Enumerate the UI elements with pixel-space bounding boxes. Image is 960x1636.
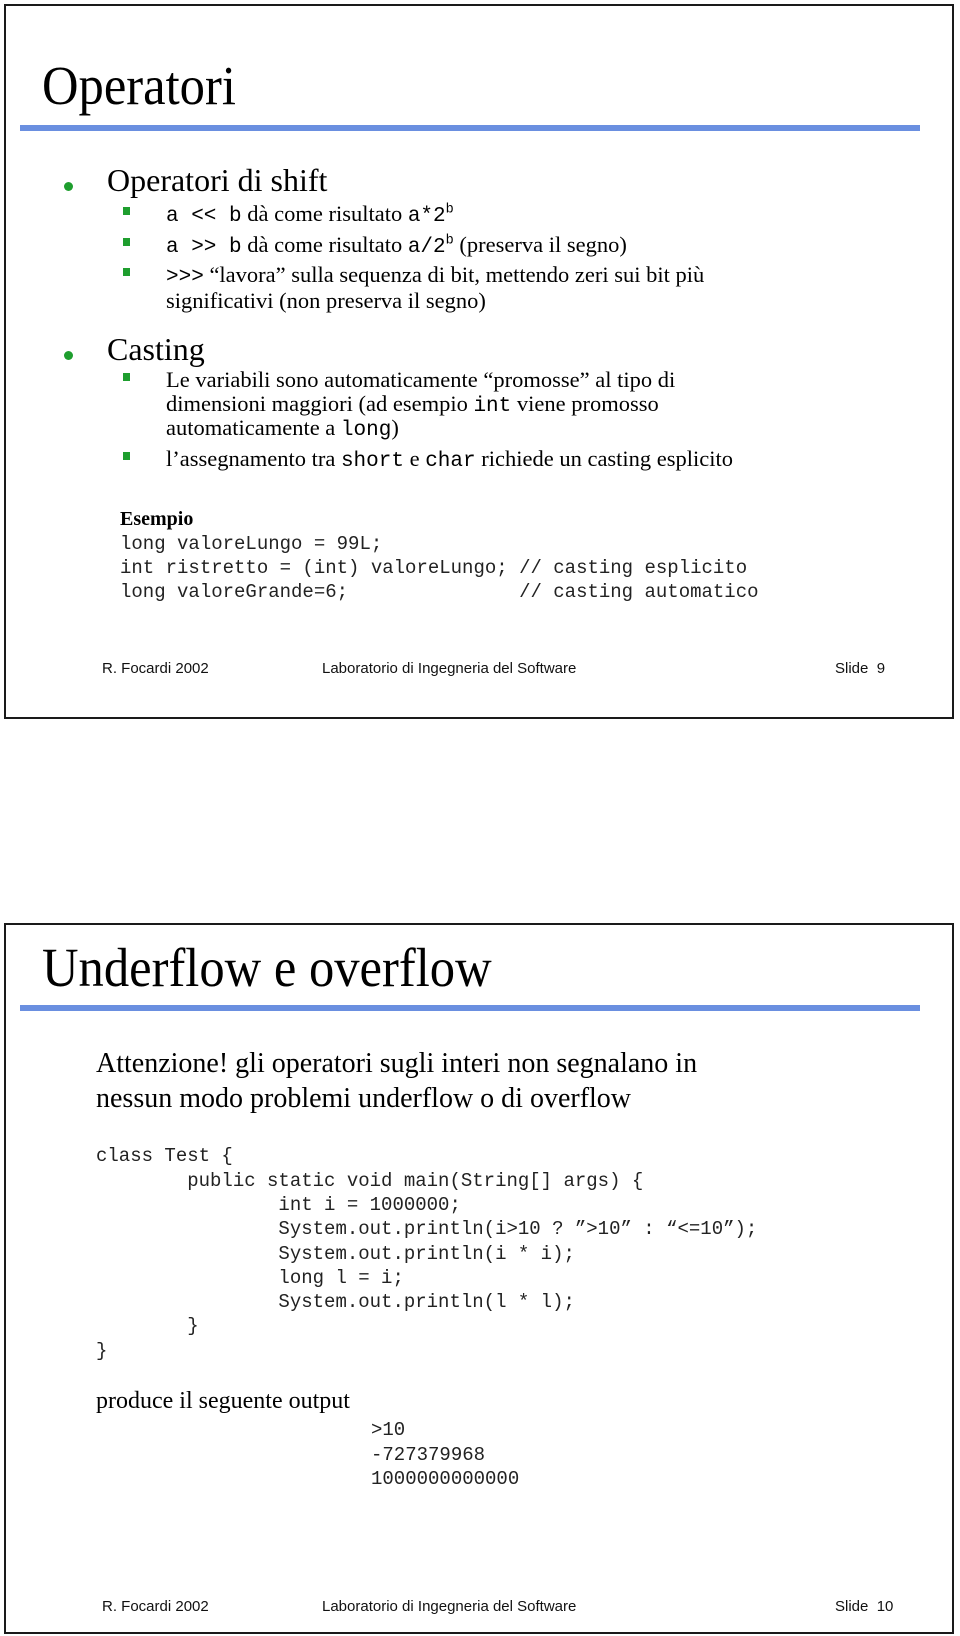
code-line: } — [96, 1340, 108, 1362]
code-line: System.out.println(i * i); — [96, 1243, 575, 1265]
list-item: a << b dà come risultato a*2b — [166, 201, 454, 228]
intro-text: Attenzione! gli operatori sugli interi n… — [96, 1048, 698, 1079]
output-line: >10 — [371, 1419, 406, 1441]
section-heading: Casting — [107, 331, 205, 367]
list-item: >>> “lavora” sulla sequenza di bit, mett… — [166, 262, 705, 289]
code-line: int i = 1000000; — [96, 1194, 461, 1216]
output-line: -727379968 — [371, 1444, 486, 1466]
code-line: System.out.println(l * l); — [96, 1291, 575, 1313]
code-line: int ristretto = (int) valoreLungo; // ca… — [120, 557, 748, 579]
code-line: } — [96, 1315, 199, 1337]
sub-bullet-icon — [123, 373, 130, 381]
intro-text: nessun modo problemi underflow o di over… — [96, 1083, 632, 1114]
section-heading: Operatori di shift — [107, 162, 328, 198]
slide-9: Operatori Operatori di shift a << b dà c… — [4, 4, 954, 719]
list-item-continuation: dimensioni maggiori (ad esempio int vien… — [166, 391, 659, 418]
output-line: 1000000000000 — [371, 1468, 520, 1490]
list-item: a >> b dà come risultato a/2b (preserva … — [166, 232, 627, 259]
footer-author: R. Focardi 2002 — [102, 1598, 209, 1615]
footer-slide-number: Slide 10 — [835, 1598, 894, 1615]
bullet-icon — [64, 182, 73, 191]
slide-title: Underflow e overflow — [42, 937, 492, 998]
list-item-continuation: significativi (non preserva il segno) — [166, 288, 486, 313]
slide-10: Underflow e overflow Attenzione! gli ope… — [4, 923, 954, 1634]
title-rule — [20, 1005, 920, 1011]
code-line: class Test { — [96, 1145, 233, 1167]
footer-slide-number: Slide 9 — [835, 660, 886, 677]
code-line: long valoreGrande=6; // casting automati… — [120, 581, 759, 603]
list-item: l’assegnamento tra short e char richiede… — [166, 446, 734, 473]
footer-author: R. Focardi 2002 — [102, 660, 209, 677]
sub-bullet-icon — [123, 238, 130, 246]
sub-bullet-icon — [123, 207, 130, 215]
title-rule — [20, 125, 920, 131]
output-label: produce il seguente output — [96, 1388, 350, 1414]
bullet-icon — [64, 351, 73, 360]
list-item-continuation: automaticamente a long) — [166, 415, 399, 442]
code-line: long valoreLungo = 99L; — [120, 533, 383, 555]
list-item: Le variabili sono automaticamente “promo… — [166, 367, 676, 392]
sub-bullet-icon — [123, 452, 130, 460]
code-line: public static void main(String[] args) { — [96, 1170, 644, 1192]
code-line: System.out.println(i>10 ? ”>10” : “<=10”… — [96, 1218, 758, 1240]
footer-course: Laboratorio di Ingegneria del Software — [322, 660, 577, 677]
example-label: Esempio — [120, 508, 194, 530]
footer-course: Laboratorio di Ingegneria del Software — [322, 1598, 577, 1615]
code-line: long l = i; — [96, 1267, 404, 1289]
sub-bullet-icon — [123, 268, 130, 276]
slide-title: Operatori — [42, 55, 236, 116]
